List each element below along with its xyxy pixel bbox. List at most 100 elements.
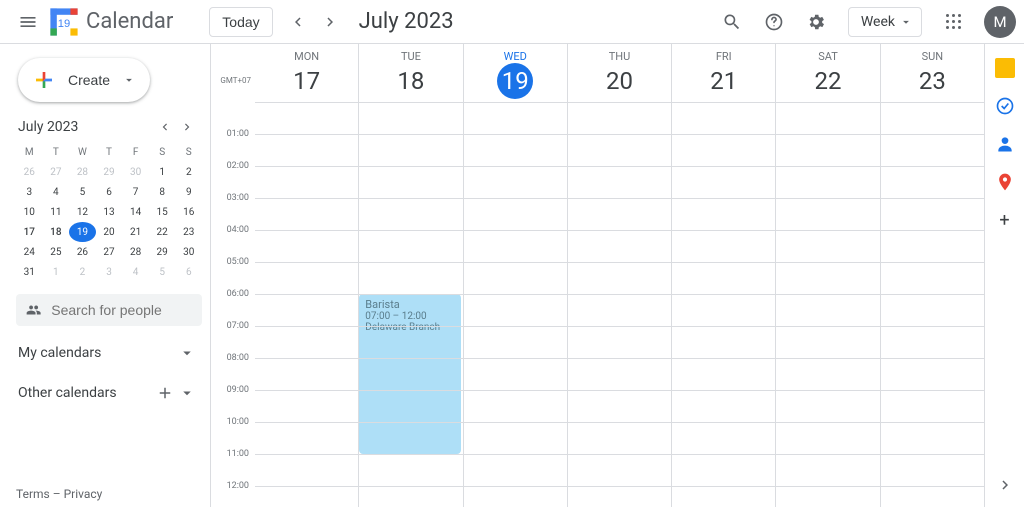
- day-header: Wed19: [463, 44, 567, 102]
- mini-day-cell[interactable]: 16: [175, 202, 202, 222]
- day-of-week-label: Mon: [255, 50, 358, 63]
- hour-gridline: [255, 422, 984, 423]
- mini-next-button[interactable]: [176, 116, 198, 138]
- mini-day-cell[interactable]: 4: [43, 182, 70, 202]
- mini-day-cell[interactable]: 11: [43, 202, 70, 222]
- date-number[interactable]: 20: [601, 63, 637, 99]
- search-button[interactable]: [714, 4, 750, 40]
- mini-day-cell[interactable]: 23: [175, 222, 202, 242]
- account-avatar[interactable]: M: [984, 6, 1016, 38]
- people-icon: [26, 301, 41, 319]
- mini-day-cell[interactable]: 30: [122, 162, 149, 182]
- keep-button[interactable]: [995, 58, 1015, 78]
- mini-day-cell[interactable]: 6: [96, 182, 123, 202]
- mini-day-cell[interactable]: 12: [69, 202, 96, 222]
- mini-day-cell[interactable]: 22: [149, 222, 176, 242]
- time-label: 07:00: [211, 321, 255, 353]
- view-selector[interactable]: Week: [848, 7, 922, 37]
- tasks-button[interactable]: [995, 96, 1015, 116]
- mini-day-cell[interactable]: 26: [16, 162, 43, 182]
- mini-day-cell[interactable]: 25: [43, 242, 70, 262]
- time-label: 09:00: [211, 385, 255, 417]
- mini-day-cell[interactable]: 26: [69, 242, 96, 262]
- mini-day-cell[interactable]: 3: [16, 182, 43, 202]
- mini-day-cell[interactable]: 14: [122, 202, 149, 222]
- hour-gridline: [255, 102, 984, 103]
- mini-day-cell[interactable]: 27: [43, 162, 70, 182]
- mini-day-cell[interactable]: 8: [149, 182, 176, 202]
- mini-day-cell[interactable]: 2: [69, 262, 96, 282]
- mini-day-cell[interactable]: 2: [175, 162, 202, 182]
- mini-day-cell[interactable]: 24: [16, 242, 43, 262]
- my-calendars-toggle[interactable]: My calendars: [16, 340, 202, 366]
- mini-day-cell[interactable]: 5: [149, 262, 176, 282]
- mini-day-cell[interactable]: 6: [175, 262, 202, 282]
- mini-day-cell[interactable]: 28: [69, 162, 96, 182]
- mini-day-cell[interactable]: 15: [149, 202, 176, 222]
- search-icon: [722, 12, 742, 32]
- date-number[interactable]: 21: [706, 63, 742, 99]
- date-number[interactable]: 19: [497, 63, 533, 99]
- prev-period-button[interactable]: [283, 7, 313, 37]
- mini-day-cell[interactable]: 27: [96, 242, 123, 262]
- calendar-event[interactable]: Barista07:00 – 12:00Delaware Branch: [359, 294, 460, 454]
- day-column[interactable]: [671, 102, 775, 507]
- create-label: Create: [68, 72, 110, 88]
- mini-day-cell[interactable]: 28: [122, 242, 149, 262]
- mini-day-cell[interactable]: 20: [96, 222, 123, 242]
- mini-day-cell[interactable]: 17: [16, 222, 43, 242]
- settings-button[interactable]: [798, 4, 834, 40]
- mini-day-cell[interactable]: 29: [96, 162, 123, 182]
- mini-prev-button[interactable]: [154, 116, 176, 138]
- day-column[interactable]: [463, 102, 567, 507]
- day-header: Thu20: [567, 44, 671, 102]
- day-column[interactable]: [775, 102, 879, 507]
- next-period-button[interactable]: [315, 7, 345, 37]
- time-label: 10:00: [211, 417, 255, 449]
- today-button[interactable]: Today: [209, 7, 272, 37]
- mini-day-cell[interactable]: 30: [175, 242, 202, 262]
- date-number[interactable]: 22: [810, 63, 846, 99]
- hour-gridline: [255, 390, 984, 391]
- mini-day-cell[interactable]: 1: [149, 162, 176, 182]
- add-ons-button[interactable]: +: [995, 210, 1015, 230]
- google-apps-button[interactable]: [936, 4, 972, 40]
- time-label: 04:00: [211, 225, 255, 257]
- date-number[interactable]: 17: [289, 63, 325, 99]
- add-icon[interactable]: [156, 384, 174, 402]
- maps-button[interactable]: [995, 172, 1015, 192]
- app-title: Calendar: [86, 9, 173, 34]
- support-button[interactable]: [756, 4, 792, 40]
- day-column[interactable]: [880, 102, 984, 507]
- mini-day-cell[interactable]: 19: [69, 222, 96, 242]
- mini-day-cell[interactable]: 13: [96, 202, 123, 222]
- mini-day-cell[interactable]: 1: [43, 262, 70, 282]
- day-column[interactable]: [255, 102, 358, 507]
- current-period-title: July 2023: [359, 9, 454, 34]
- main-menu-button[interactable]: [8, 2, 48, 42]
- mini-day-cell[interactable]: 9: [175, 182, 202, 202]
- date-number[interactable]: 18: [393, 63, 429, 99]
- mini-day-cell[interactable]: 31: [16, 262, 43, 282]
- terms-link[interactable]: Terms: [16, 487, 50, 501]
- mini-day-cell[interactable]: 10: [16, 202, 43, 222]
- mini-day-cell[interactable]: 29: [149, 242, 176, 262]
- mini-day-cell[interactable]: 7: [122, 182, 149, 202]
- contacts-button[interactable]: [995, 134, 1015, 154]
- search-people-input[interactable]: [51, 302, 192, 318]
- create-button[interactable]: Create: [18, 58, 150, 102]
- mini-day-cell[interactable]: 4: [122, 262, 149, 282]
- calendar-grid[interactable]: 01:0002:0003:0004:0005:0006:0007:0008:00…: [211, 102, 984, 507]
- mini-day-cell[interactable]: 3: [96, 262, 123, 282]
- day-column[interactable]: [567, 102, 671, 507]
- search-people-field[interactable]: [16, 294, 202, 326]
- privacy-link[interactable]: Privacy: [64, 487, 103, 501]
- date-number[interactable]: 23: [914, 63, 950, 99]
- day-column[interactable]: Barista07:00 – 12:00Delaware Branch: [358, 102, 462, 507]
- mini-day-cell[interactable]: 18: [43, 222, 70, 242]
- mini-day-cell[interactable]: 21: [122, 222, 149, 242]
- mini-day-cell[interactable]: 5: [69, 182, 96, 202]
- other-calendars-toggle[interactable]: Other calendars: [16, 380, 202, 406]
- hide-side-panel-button[interactable]: [989, 469, 1021, 501]
- hour-gridline: [255, 358, 984, 359]
